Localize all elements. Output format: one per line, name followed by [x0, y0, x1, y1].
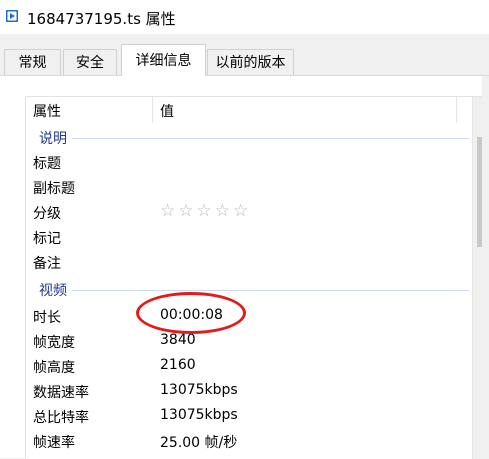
property-value[interactable]: 13075kbps: [160, 382, 238, 398]
property-key: 分级: [33, 206, 61, 222]
property-key: 帧速率: [33, 435, 75, 451]
column-divider[interactable]: [456, 97, 457, 123]
property-row-rating[interactable]: 分级 ☆☆☆☆☆: [26, 200, 473, 225]
property-key: 帧宽度: [33, 335, 75, 351]
tab-details[interactable]: 详细信息: [121, 44, 206, 76]
tab-previous-versions[interactable]: 以前的版本: [207, 49, 294, 75]
column-header: 属性 值: [26, 97, 489, 123]
property-key: 标题: [33, 156, 61, 172]
group-divider: [72, 290, 469, 291]
properties-list[interactable]: 属性 值 说明 标题 副标题 分级 ☆☆☆☆☆ 标记 备注 视频 时长 00:0…: [25, 96, 489, 459]
property-row-duration[interactable]: 时长 00:00:08: [26, 304, 473, 329]
property-key: 总比特率: [33, 410, 89, 426]
window-edge: [482, 76, 489, 458]
property-key: 时长: [33, 310, 61, 326]
column-divider[interactable]: [152, 97, 153, 123]
property-row-frame-height[interactable]: 帧高度 2160: [26, 354, 473, 379]
property-row-total-bitrate[interactable]: 总比特率 13075kbps: [26, 404, 473, 429]
group-label: 说明: [39, 131, 67, 147]
window-title: 1684737195.ts 属性: [27, 10, 176, 28]
star-icon[interactable]: ☆: [197, 201, 215, 221]
star-icon[interactable]: ☆: [215, 201, 233, 221]
property-value[interactable]: 25.00 帧/秒: [160, 432, 237, 452]
property-row-data-rate[interactable]: 数据速率 13075kbps: [26, 379, 473, 404]
star-icon[interactable]: ☆: [160, 201, 178, 221]
property-key: 帧高度: [33, 360, 75, 376]
property-key: 数据速率: [33, 385, 89, 401]
property-row-frame-rate[interactable]: 帧速率 25.00 帧/秒: [26, 429, 473, 454]
details-panel: 属性 值 说明 标题 副标题 分级 ☆☆☆☆☆ 标记 备注 视频 时长 00:0…: [0, 76, 489, 459]
rating-stars[interactable]: ☆☆☆☆☆: [160, 201, 251, 221]
property-row-title[interactable]: 标题: [26, 150, 473, 175]
title-bar: 1684737195.ts 属性: [0, 0, 489, 34]
tab-security[interactable]: 安全: [63, 49, 117, 75]
property-value[interactable]: 13075kbps: [160, 407, 238, 423]
annotation-ellipse: [136, 292, 246, 334]
group-label: 视频: [39, 283, 67, 299]
group-description-header: 说明: [26, 128, 473, 148]
column-header-property[interactable]: 属性: [33, 101, 61, 121]
property-key: 备注: [33, 256, 61, 272]
column-header-value[interactable]: 值: [160, 101, 174, 121]
property-row-comments[interactable]: 备注: [26, 250, 473, 275]
property-row-tags[interactable]: 标记: [26, 225, 473, 250]
property-row-frame-width[interactable]: 帧宽度 3840: [26, 329, 473, 354]
property-key: 标记: [33, 231, 61, 247]
group-divider: [72, 138, 469, 139]
video-file-icon: [6, 9, 20, 23]
property-key: 副标题: [33, 181, 75, 197]
property-row-subtitle[interactable]: 副标题: [26, 175, 473, 200]
tab-strip: 常规 安全 详细信息 以前的版本: [0, 44, 489, 76]
star-icon[interactable]: ☆: [233, 201, 251, 221]
tab-general[interactable]: 常规: [4, 49, 61, 75]
property-value[interactable]: 2160: [160, 357, 196, 373]
star-icon[interactable]: ☆: [178, 201, 196, 221]
property-value[interactable]: 3840: [160, 332, 196, 348]
group-video-header: 视频: [26, 280, 473, 300]
